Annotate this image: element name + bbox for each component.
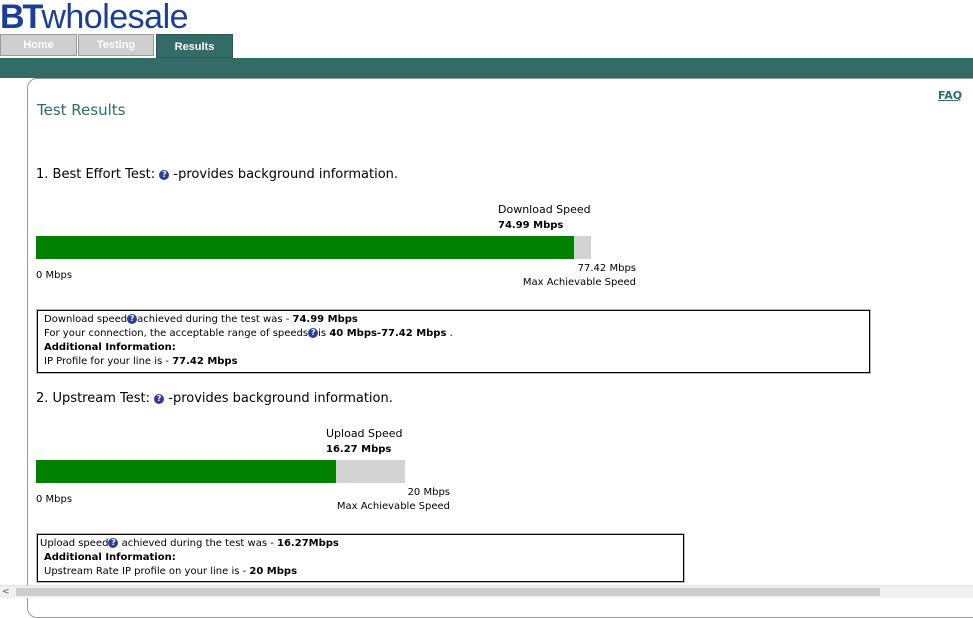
tab-results[interactable]: Results — [156, 34, 233, 58]
download-axis-max: 77.42 Mbps — [577, 263, 636, 274]
download-info-line-2: For your connection, the acceptable rang… — [44, 328, 453, 339]
horizontal-scrollbar[interactable]: < — [0, 585, 973, 598]
faq-link[interactable]: FAQ — [938, 89, 962, 102]
logo-wholesale: wholesale — [41, 0, 189, 36]
bt-wholesale-logo: BTwholesale — [0, 0, 189, 36]
upload-axis-max-caption: Max Achievable Speed — [336, 501, 450, 512]
tab-home[interactable]: Home — [0, 34, 77, 56]
download-speed-value: 74.99 Mbps — [498, 220, 564, 231]
best-effort-title-prefix: 1. Best Effort Test: — [36, 167, 156, 182]
download-info-line-3: Additional Information: — [44, 342, 176, 353]
page-title: Test Results — [37, 101, 126, 119]
help-icon[interactable]: ? — [159, 170, 170, 180]
upload-speed-bar-fill — [36, 460, 336, 483]
upload-speed-bar — [36, 460, 405, 483]
best-effort-title-suffix: -provides background information. — [173, 167, 399, 182]
upload-speed-label: Upload Speed — [326, 427, 403, 440]
upstream-title: 2. Upstream Test: ? -provides background… — [36, 391, 393, 406]
help-icon[interactable]: ? — [308, 328, 319, 338]
logo-bt: BT — [0, 0, 43, 36]
download-info-box: Download speed? achieved during the test … — [37, 310, 870, 373]
header-band — [0, 58, 973, 78]
download-speed-bar — [36, 236, 591, 259]
help-icon[interactable]: ? — [154, 394, 165, 404]
upstream-title-prefix: 2. Upstream Test: — [36, 391, 150, 406]
help-icon[interactable]: ? — [108, 538, 119, 548]
upload-info-box: Upload speed? achieved during the test w… — [37, 534, 684, 582]
download-info-line-4: IP Profile for your line is - 77.42 Mbps — [44, 356, 238, 367]
upload-info-line-2: Additional Information: — [44, 552, 176, 563]
scroll-left-arrow-icon[interactable]: < — [2, 586, 10, 598]
best-effort-title: 1. Best Effort Test: ? -provides backgro… — [36, 167, 398, 182]
download-axis-max-caption: Max Achievable Speed — [522, 277, 636, 288]
upload-axis-min: 0 Mbps — [36, 494, 73, 505]
upload-speed-value: 16.27 Mbps — [326, 444, 392, 455]
scrollbar-thumb[interactable] — [16, 588, 880, 596]
upstream-title-suffix: -provides background information. — [168, 391, 393, 406]
upload-axis-max: 20 Mbps — [407, 487, 450, 498]
download-speed-bar-fill — [36, 236, 574, 259]
download-axis-min: 0 Mbps — [36, 270, 73, 281]
upload-info-line-1: Upload speed? achieved during the test w… — [40, 538, 339, 549]
download-info-line-1: Download speed? achieved during the test … — [44, 314, 358, 325]
tab-testing[interactable]: Testing — [78, 34, 154, 56]
upload-info-line-3: Upstream Rate IP profile on your line is… — [44, 566, 298, 577]
help-icon[interactable]: ? — [127, 314, 138, 324]
download-speed-label: Download Speed — [498, 203, 591, 216]
